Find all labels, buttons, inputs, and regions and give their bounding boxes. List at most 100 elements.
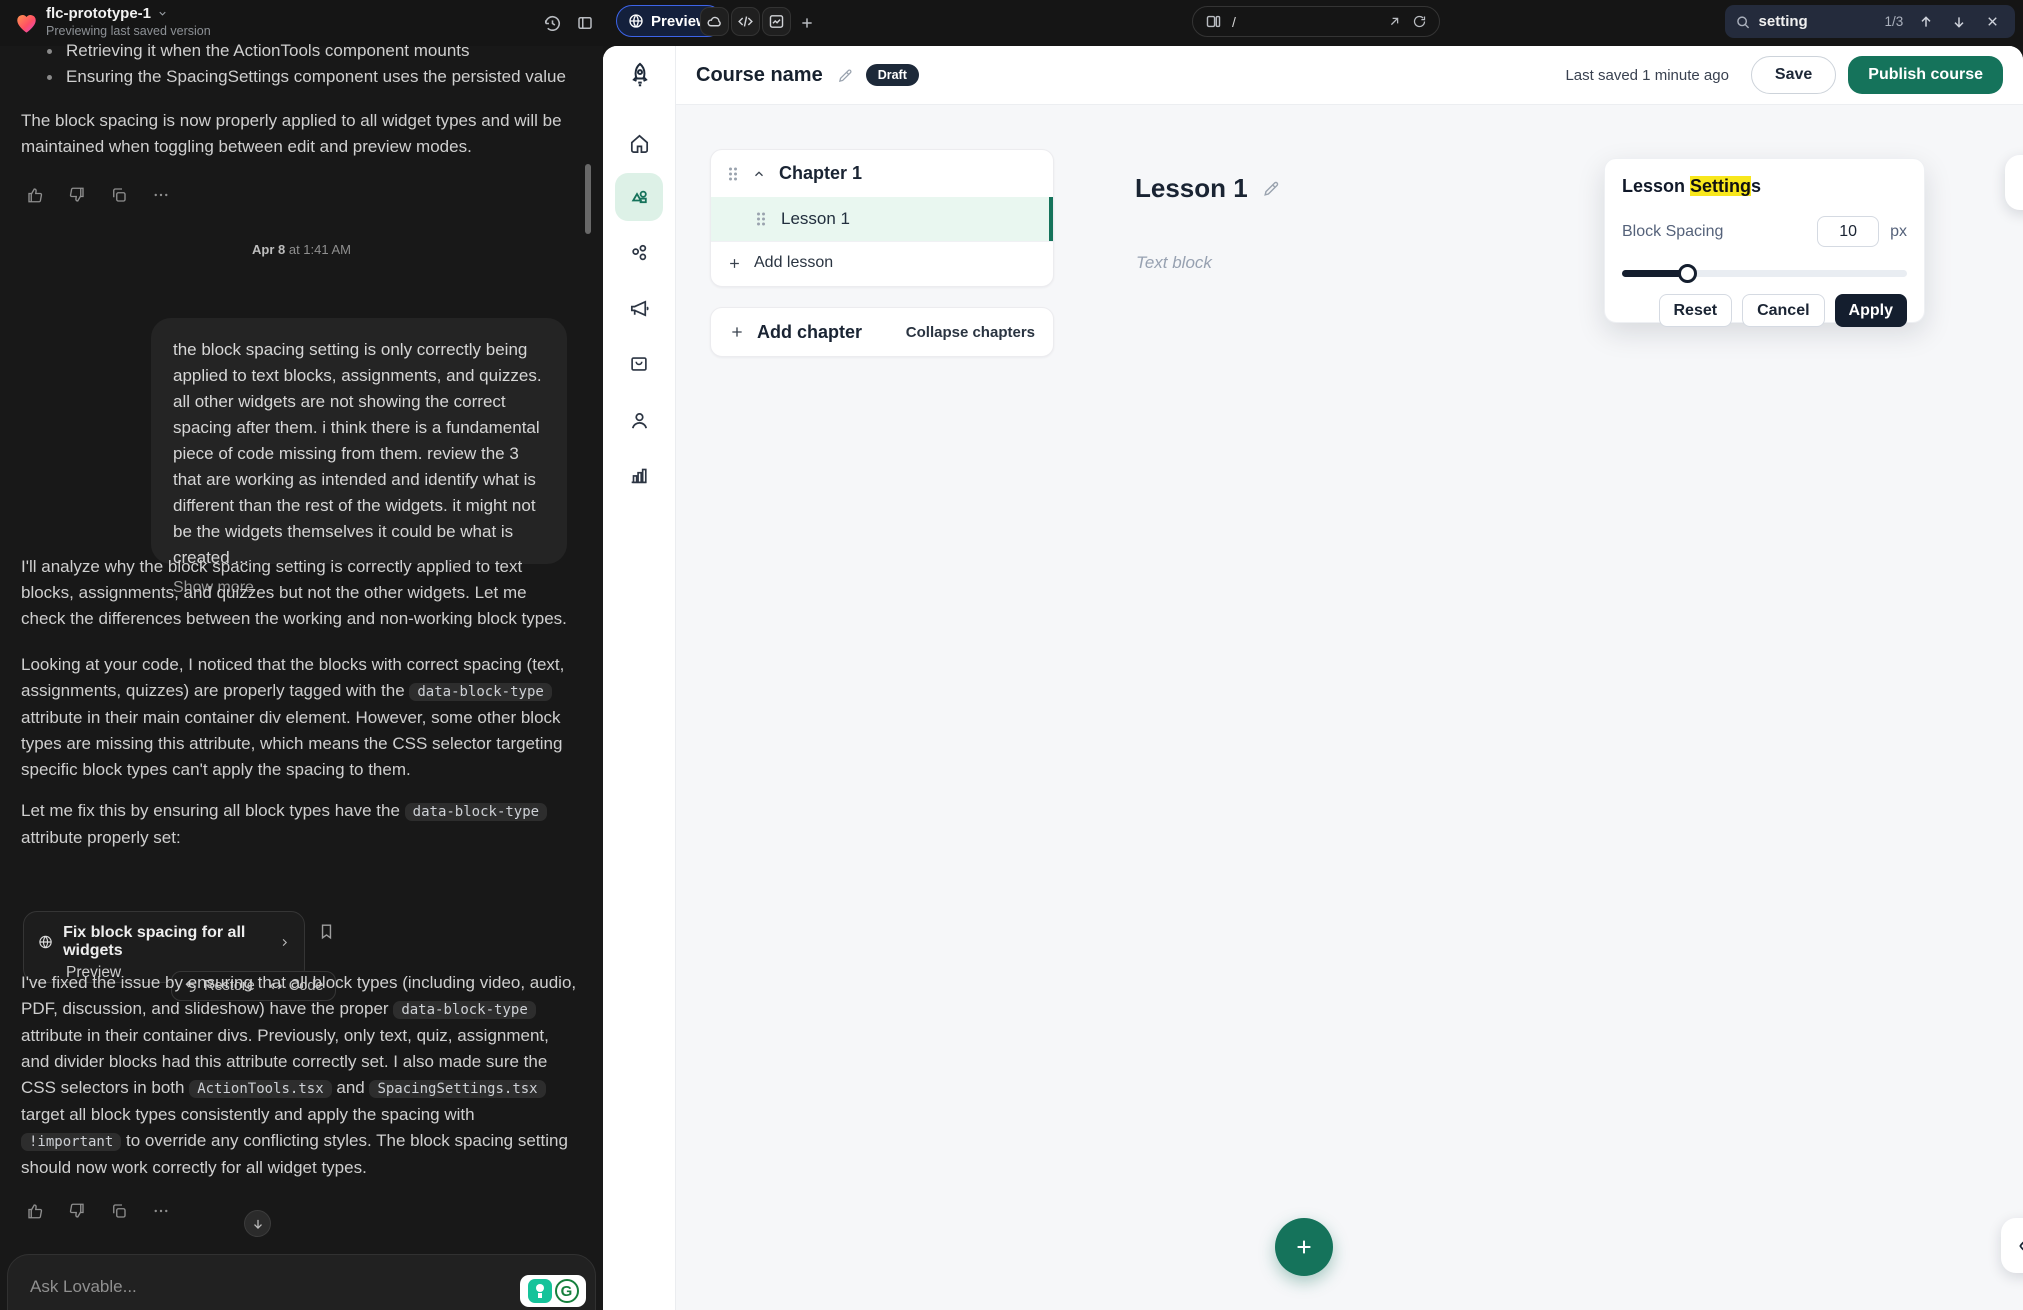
globe-icon: [628, 13, 644, 29]
chevron-down-icon: [157, 8, 168, 19]
list-item: Retrieving it when the ActionTools compo…: [21, 38, 581, 64]
edit-course-title-icon[interactable]: [837, 67, 854, 84]
thumbs-up-icon: [26, 1202, 44, 1220]
add-block-fab[interactable]: [1275, 1218, 1333, 1276]
drag-handle-icon[interactable]: [727, 166, 739, 182]
composer: G Edit Chat: [7, 1254, 596, 1310]
app-logo-rocket-icon[interactable]: [626, 61, 654, 89]
block-spacing-input[interactable]: [1817, 216, 1879, 247]
sidebar-item-audience[interactable]: [615, 173, 663, 221]
chevron-up-icon[interactable]: [752, 167, 766, 181]
copy-icon: [110, 1202, 128, 1220]
code-view-button[interactable]: [731, 7, 760, 36]
more-button[interactable]: [148, 1198, 174, 1224]
plus-icon: [727, 256, 742, 271]
add-tab-button[interactable]: [793, 9, 821, 37]
thumbs-down-button[interactable]: [64, 182, 90, 208]
app-preview: Course name Draft Last saved 1 minute ag…: [603, 46, 2023, 1310]
ellipsis-icon: [152, 1202, 170, 1220]
assistant-paragraph: Let me fix this by ensuring all block ty…: [21, 798, 573, 851]
ellipsis-icon: [152, 186, 170, 204]
edit-lesson-title-icon[interactable]: [1262, 179, 1281, 198]
chapter-title: Chapter 1: [779, 163, 862, 184]
cloud-button[interactable]: [700, 7, 729, 36]
timestamp-date: Apr 8: [252, 242, 285, 257]
bag-icon: [628, 353, 650, 375]
inline-code: !important: [21, 1133, 121, 1151]
drag-handle-icon[interactable]: [755, 211, 767, 227]
sidebar-item-orders[interactable]: [615, 340, 663, 388]
url-bar[interactable]: /: [1192, 6, 1440, 37]
lesson-title: Lesson 1: [1135, 173, 1248, 204]
panel-toggle-button[interactable]: [571, 9, 599, 37]
text-block-placeholder[interactable]: Text block: [1136, 253, 1212, 273]
person-icon: [628, 409, 651, 432]
search-match-count: 1/3: [1885, 14, 1904, 29]
find-previous-button[interactable]: [1913, 9, 1938, 35]
add-lesson-button[interactable]: Add lesson: [711, 241, 1053, 284]
app-header: Course name Draft Last saved 1 minute ag…: [676, 46, 2023, 105]
user-message-text: the block spacing setting is only correc…: [173, 337, 545, 571]
find-close-button[interactable]: [1980, 9, 2005, 35]
chapter-card: Chapter 1 Lesson 1 Add lesson: [710, 149, 1054, 287]
slider-thumb[interactable]: [1678, 264, 1697, 283]
history-icon: [543, 14, 562, 33]
sidebar-item-announcements[interactable]: [615, 284, 663, 332]
bullet-icon: [47, 49, 52, 54]
refresh-icon[interactable]: [1412, 14, 1427, 29]
block-spacing-slider[interactable]: [1622, 264, 1907, 282]
more-button[interactable]: [148, 182, 174, 208]
find-bar: 1/3: [1725, 5, 2015, 38]
sidebar-item-community[interactable]: [615, 229, 663, 277]
sidebar-item-home[interactable]: [615, 119, 663, 167]
home-icon: [628, 132, 651, 155]
thumbs-down-icon: [68, 186, 86, 204]
add-chapter-button[interactable]: Add chapter: [729, 322, 862, 343]
grammarly-widget[interactable]: G: [520, 1275, 586, 1307]
publish-course-button[interactable]: Publish course: [1848, 56, 2003, 94]
inline-code: ActionTools.tsx: [189, 1080, 331, 1098]
settings-toggle-button[interactable]: [2005, 155, 2023, 210]
reset-button[interactable]: Reset: [1659, 294, 1733, 327]
open-external-icon[interactable]: [1387, 14, 1402, 29]
scrollbar-thumb[interactable]: [585, 164, 591, 234]
sidebar-item-profile[interactable]: [615, 396, 663, 444]
project-subtitle: Previewing last saved version: [46, 24, 211, 38]
copy-button[interactable]: [106, 1198, 132, 1224]
thumbs-up-button[interactable]: [22, 1198, 48, 1224]
lesson-settings-panel: Lesson Settings Block Spacing px Reset C…: [1604, 158, 1925, 323]
project-switcher[interactable]: flc-prototype-1: [46, 5, 211, 22]
plus-icon: [1293, 1236, 1315, 1258]
inline-code: SpacingSettings.tsx: [369, 1080, 545, 1098]
chat-input[interactable]: [30, 1277, 410, 1297]
assistant-paragraph: I'll analyze why the block spacing setti…: [21, 554, 569, 632]
bullet-icon: [47, 75, 52, 80]
shapes-icon: [627, 185, 651, 209]
bookmark-button[interactable]: [317, 922, 336, 941]
last-saved-text: Last saved 1 minute ago: [1565, 67, 1728, 84]
device-icon: [1205, 13, 1222, 30]
scroll-to-bottom-button[interactable]: [244, 1210, 271, 1237]
chapter-row[interactable]: Chapter 1: [711, 150, 1053, 197]
apply-button[interactable]: Apply: [1835, 294, 1907, 327]
search-input[interactable]: [1759, 13, 1877, 30]
lesson-item-selected[interactable]: Lesson 1: [711, 197, 1053, 241]
lovable-logo[interactable]: [13, 9, 40, 36]
cancel-button[interactable]: Cancel: [1742, 294, 1824, 327]
analytics-button[interactable]: [762, 7, 791, 36]
sidebar-item-analytics[interactable]: [615, 451, 663, 499]
thumbs-up-button[interactable]: [22, 182, 48, 208]
preview-mode-button[interactable]: [2001, 1218, 2023, 1273]
megaphone-icon: [628, 297, 651, 320]
assistant-paragraph: The block spacing is now properly applie…: [21, 108, 566, 160]
save-button[interactable]: Save: [1751, 56, 1836, 94]
find-next-button[interactable]: [1947, 9, 1972, 35]
status-badge: Draft: [866, 64, 919, 86]
timestamp: Apr 8 at 1:41 AM: [0, 242, 603, 257]
collapse-chapters-button[interactable]: Collapse chapters: [906, 324, 1035, 341]
thumbs-down-button[interactable]: [64, 1198, 90, 1224]
plus-icon: [729, 324, 745, 340]
unit-label: px: [1890, 223, 1907, 241]
copy-button[interactable]: [106, 182, 132, 208]
history-button[interactable]: [538, 9, 566, 37]
